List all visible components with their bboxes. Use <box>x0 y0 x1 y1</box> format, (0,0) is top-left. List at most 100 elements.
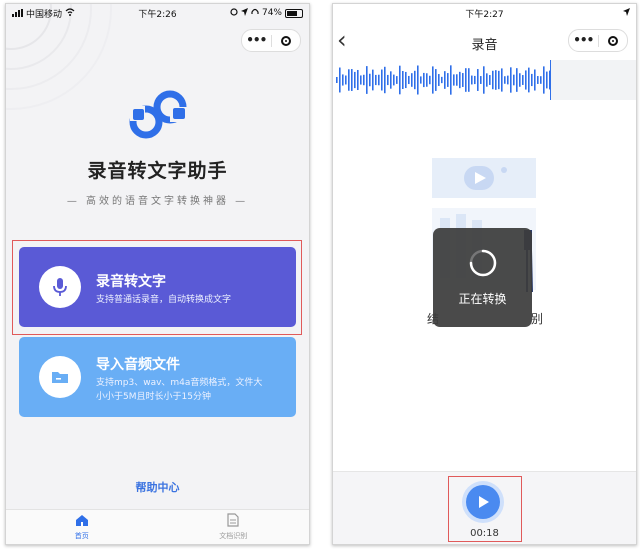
waveform-bar <box>453 74 455 86</box>
close-mini-program-button[interactable] <box>272 35 301 46</box>
waveform-bar <box>522 75 524 85</box>
close-circle-icon <box>607 35 618 46</box>
waveform-bar <box>345 75 347 85</box>
waveform-bar <box>405 71 407 89</box>
waveform-bar <box>387 74 389 86</box>
alarm-icon <box>230 7 238 19</box>
location-icon <box>240 7 248 19</box>
playback-bar: 00:18 <box>333 471 636 544</box>
waveform-bar <box>348 69 350 91</box>
loading-text: 正在转换 <box>458 292 507 306</box>
app-logo-icon <box>129 90 187 139</box>
waveform-bar <box>471 75 473 85</box>
waveform-bar <box>465 68 467 92</box>
folder-icon <box>39 356 81 398</box>
waveform-bar <box>369 73 371 87</box>
waveform-bar <box>402 71 404 89</box>
more-menu-button[interactable]: ••• <box>242 30 271 51</box>
location-icon <box>623 7 630 19</box>
waveform-bar <box>435 69 437 91</box>
waveform-bar <box>390 71 392 89</box>
tab-home[interactable]: 首页 <box>6 510 158 544</box>
battery-label: 74% <box>261 8 282 18</box>
result-text-fragment: 别 <box>531 312 544 326</box>
play-button[interactable] <box>466 485 500 519</box>
waveform-bar <box>483 66 485 94</box>
waveform-bar <box>474 75 476 85</box>
waveform-bar <box>513 74 515 86</box>
waveform-bar <box>336 77 338 83</box>
card-description: 支持mp3、wav、m4a音频格式，文件大小小于5M且时长小于15分钟 <box>96 378 263 402</box>
waveform-bar <box>378 74 380 86</box>
waveform-bar <box>495 70 497 90</box>
microphone-icon <box>39 266 81 308</box>
more-menu-button[interactable]: ••• <box>569 30 598 51</box>
waveform-bar <box>510 67 512 93</box>
waveform-bar <box>429 75 431 85</box>
status-time: 下午2:27 <box>465 9 504 20</box>
waveform-bar <box>528 67 530 93</box>
waveform-bar <box>432 66 434 94</box>
document-icon <box>227 513 239 529</box>
waveform-bar <box>372 69 374 91</box>
home-icon <box>75 514 89 529</box>
waveform-bar <box>489 75 491 85</box>
waveform-bar <box>492 70 494 90</box>
waveform-bar <box>363 74 365 86</box>
import-audio-card[interactable]: 导入音频文件 支持mp3、wav、m4a音频格式，文件大小小于5M且时长小于15… <box>19 337 296 417</box>
playback-cursor[interactable] <box>550 60 551 100</box>
loading-spinner-icon <box>469 249 497 277</box>
waveform-bar <box>456 74 458 86</box>
waveform-bar <box>423 72 425 88</box>
record-to-text-card[interactable]: 录音转文字 支持普通话录音，自动转换成文字 <box>19 247 296 327</box>
waveform-bar <box>543 66 545 94</box>
waveform-bar <box>396 76 398 84</box>
home-screen: 中国移动 下午2:26 74% ••• 录音转文字助手 — 高效的语音文字转换神… <box>5 3 310 545</box>
mini-program-capsule: ••• <box>568 29 628 52</box>
waveform-bar <box>408 75 410 85</box>
waveform-bar <box>477 69 479 91</box>
waveform-bar <box>516 68 518 92</box>
waveform-bar <box>357 69 359 91</box>
playback-time: 00:18 <box>470 528 499 539</box>
waveform-bar <box>531 73 533 87</box>
tab-document-recognition[interactable]: 文档识别 <box>158 510 310 544</box>
mini-program-capsule: ••• <box>241 29 301 52</box>
waveform-bar <box>438 74 440 86</box>
recording-screen: 下午2:27 ‹ 录音 ••• 结 别 正在转换 <box>332 3 637 545</box>
waveform-bar <box>447 73 449 87</box>
waveform-bar <box>414 70 416 90</box>
waveform-bar <box>381 69 383 91</box>
waveform-bar <box>534 69 536 91</box>
waveform-bar <box>498 70 500 90</box>
waveform-bar <box>525 70 527 90</box>
card-description: 支持普通话录音，自动转换成文字 <box>96 295 232 305</box>
tab-label: 首页 <box>74 531 89 540</box>
carrier-label: 中国移动 <box>26 9 63 20</box>
card-title: 导入音频文件 <box>96 357 180 373</box>
waveform-bar <box>411 73 413 87</box>
waveform-bar <box>501 68 503 92</box>
close-mini-program-button[interactable] <box>599 35 628 46</box>
play-icon <box>479 496 489 508</box>
card-title: 录音转文字 <box>96 274 166 290</box>
waveform-bar <box>444 71 446 89</box>
help-center-link[interactable]: 帮助中心 <box>6 479 309 495</box>
waveform-bar <box>426 73 428 87</box>
battery-icon <box>285 8 303 18</box>
waveform-bar <box>351 69 353 91</box>
waveform-bar <box>384 66 386 94</box>
waveform-bar <box>480 76 482 84</box>
loading-toast: 正在转换 <box>433 228 532 327</box>
waveform-bar <box>393 74 395 86</box>
waveform-bar <box>420 76 422 84</box>
waveform-bar <box>441 76 443 84</box>
close-circle-icon <box>280 35 291 46</box>
waveform-bar <box>546 71 548 89</box>
waveform-bar <box>537 76 539 84</box>
waveform-bar <box>399 65 401 95</box>
signal-icon <box>12 9 23 17</box>
wifi-icon <box>65 7 75 19</box>
tab-label: 文档识别 <box>219 532 248 540</box>
app-title: 录音转文字助手 <box>87 160 228 182</box>
